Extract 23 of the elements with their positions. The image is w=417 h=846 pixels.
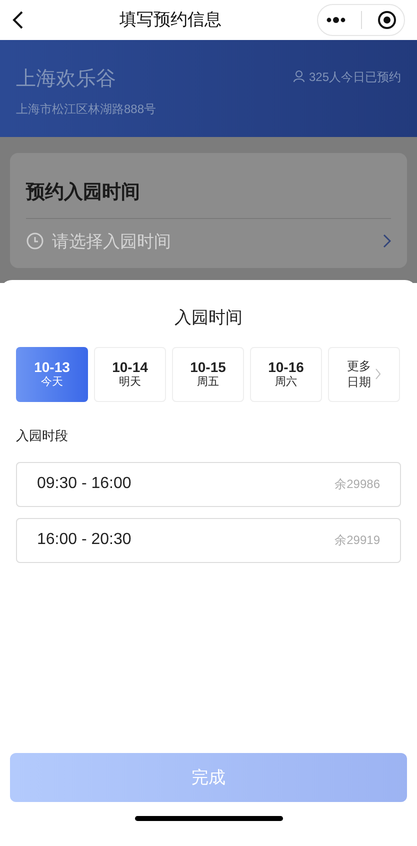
chevron-right-icon <box>383 234 391 248</box>
more-icon <box>326 17 346 23</box>
capsule-menu[interactable] <box>317 4 405 36</box>
sheet-title: 入园时间 <box>174 307 242 329</box>
time-slot[interactable]: 09:30 - 16:00 余29986 <box>16 462 401 506</box>
date-tab[interactable]: 10-15 周五 <box>172 346 244 402</box>
close-icon <box>376 10 396 30</box>
section-label: 入园时段 <box>16 428 68 442</box>
more-dates-button[interactable]: 更多 日期 <box>328 346 400 402</box>
booked-count: 325人今日已预约 <box>308 69 401 86</box>
date-tab[interactable]: 10-16 周六 <box>250 346 322 402</box>
park-address: 上海市松江区林湖路888号 <box>16 101 156 118</box>
page-title: 填写预约信息 <box>120 9 222 32</box>
date-tab[interactable]: 10-14 明天 <box>94 346 166 402</box>
park-name: 上海欢乐谷 <box>16 67 117 92</box>
back-icon[interactable] <box>12 10 24 30</box>
clock-icon <box>26 232 44 250</box>
time-placeholder: 请选择入园时间 <box>52 230 172 252</box>
chevron-right-icon <box>375 368 381 380</box>
person-icon <box>292 70 305 82</box>
time-slot[interactable]: 16:00 - 20:30 余29919 <box>16 518 401 562</box>
date-tab[interactable]: 10-13 今天 <box>16 346 88 402</box>
card-title: 预约入园时间 <box>26 179 391 218</box>
